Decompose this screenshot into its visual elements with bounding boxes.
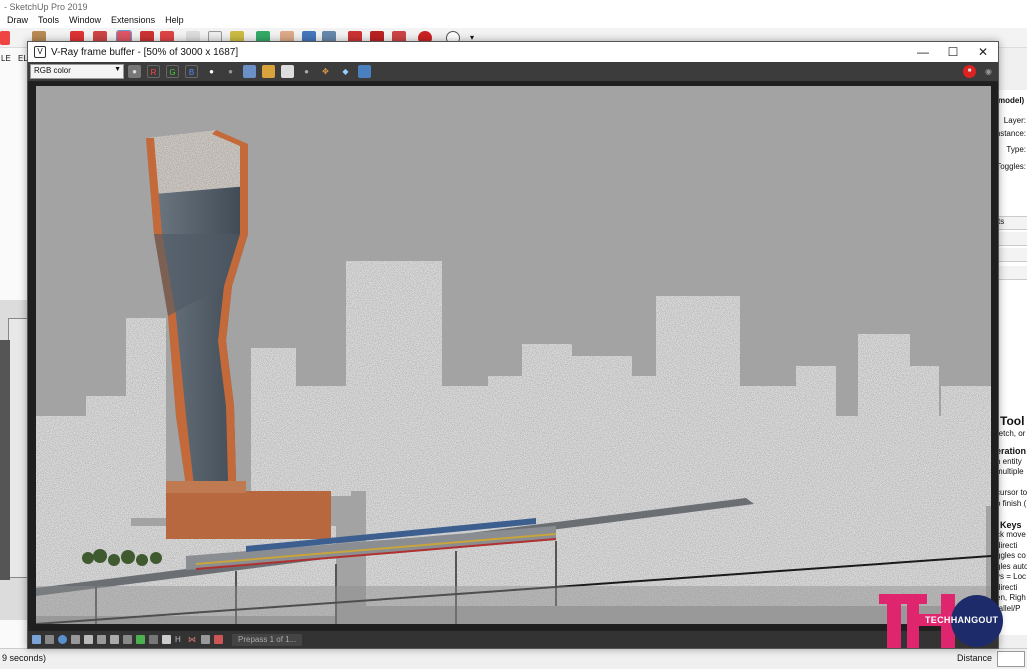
follow-mouse-icon[interactable]: ◆ bbox=[339, 65, 352, 78]
instructor-tool-subtitle: retch, or bbox=[996, 429, 1026, 438]
minimize-button[interactable]: — bbox=[908, 42, 938, 62]
menu-tools[interactable]: Tools bbox=[33, 14, 64, 28]
panel-section-tray[interactable]: ts bbox=[996, 216, 1027, 230]
layer-label: Layer: bbox=[1003, 116, 1026, 125]
channel-select-value: RGB color bbox=[34, 66, 71, 75]
red-channel-button[interactable]: R bbox=[147, 65, 160, 78]
sketchup-model-viewport-edge bbox=[0, 300, 28, 620]
instance-label: Instance: bbox=[995, 129, 1026, 138]
vfb-image-viewport[interactable] bbox=[28, 82, 998, 630]
distance-label: Distance bbox=[957, 653, 993, 663]
menu-draw[interactable]: Draw bbox=[2, 14, 33, 28]
render-teapot-icon[interactable]: ◉ bbox=[982, 65, 995, 78]
render-progress-status: Prepass 1 of 1... bbox=[232, 634, 303, 646]
curve-icon[interactable] bbox=[136, 635, 145, 644]
sketchup-title-text: - SketchUp Pro 2019 bbox=[4, 2, 88, 12]
entity-info-title: model) bbox=[998, 96, 1025, 105]
type-label: Type: bbox=[1006, 145, 1026, 154]
chevron-down-icon: ▼ bbox=[114, 66, 121, 73]
channel-select[interactable]: RGB color ▼ bbox=[30, 64, 124, 79]
render-image bbox=[36, 86, 991, 624]
green-channel-button[interactable]: G bbox=[166, 65, 179, 78]
pencil-tool-icon[interactable] bbox=[0, 31, 10, 45]
instructor-help-text: eration n entity multiple cursor to o fi… bbox=[996, 446, 1027, 613]
blue-channel-button[interactable]: B bbox=[185, 65, 198, 78]
load-image-icon[interactable] bbox=[262, 65, 275, 78]
panel-section-tray-4[interactable] bbox=[996, 266, 1027, 280]
sketchup-status-bar: 9 seconds) Distance bbox=[0, 648, 1027, 669]
toggles-label: Toggles: bbox=[996, 162, 1026, 171]
entity-info-panel: model) Layer: Instance: Type: Toggles: t… bbox=[995, 90, 1027, 635]
vfb-title: V-Ray frame buffer - [50% of 3000 x 1687… bbox=[51, 46, 239, 58]
sketchup-menu-bar: Draw Tools Window Extensions Help bbox=[0, 14, 1027, 28]
close-button[interactable]: ✕ bbox=[968, 42, 998, 62]
clear-image-icon[interactable] bbox=[281, 65, 294, 78]
stop-render-icon[interactable]: ■ bbox=[963, 65, 976, 78]
techhangout-watermark: TECHHANGOUT bbox=[879, 594, 1007, 648]
menu-help[interactable]: Help bbox=[160, 14, 189, 28]
region-render-icon[interactable]: ✥ bbox=[319, 65, 332, 78]
history-icon[interactable]: ● bbox=[300, 65, 313, 78]
lut-icon[interactable] bbox=[162, 635, 171, 644]
alpha-channel-icon[interactable]: ● bbox=[205, 65, 218, 78]
menu-extensions[interactable]: Extensions bbox=[106, 14, 160, 28]
vray-frame-buffer-window: V V-Ray frame buffer - [50% of 3000 x 16… bbox=[27, 41, 999, 649]
compare-icon[interactable]: ⋈ bbox=[188, 635, 197, 644]
ab-compare-icon[interactable] bbox=[201, 635, 210, 644]
instructor-tool-title: Tool bbox=[1000, 414, 1025, 428]
vfb-toolbar: RGB color ▼ ● R G B ● ● ● ✥ ◆ ■ ◉ bbox=[28, 62, 998, 82]
histogram-icon[interactable]: H bbox=[175, 635, 184, 644]
stereo-icon[interactable] bbox=[58, 635, 67, 644]
rendered-city-scene bbox=[36, 86, 991, 624]
menu-window[interactable]: Window bbox=[64, 14, 106, 28]
frame-stamp-icon[interactable] bbox=[358, 65, 371, 78]
white-balance-icon[interactable] bbox=[84, 635, 93, 644]
sketchup-title-bar: - SketchUp Pro 2019 bbox=[0, 0, 1027, 14]
exposure-icon[interactable] bbox=[71, 635, 80, 644]
color-balance-icon[interactable] bbox=[110, 635, 119, 644]
lens-effects-icon[interactable] bbox=[45, 635, 54, 644]
distance-input[interactable] bbox=[997, 651, 1025, 667]
levels-icon[interactable] bbox=[123, 635, 132, 644]
vfb-bottom-toolbar: H ⋈ Prepass 1 of 1... bbox=[28, 630, 998, 648]
hue-icon[interactable] bbox=[97, 635, 106, 644]
maximize-button[interactable]: ☐ bbox=[938, 42, 968, 62]
monochrome-icon[interactable]: ● bbox=[224, 65, 237, 78]
status-text: 9 seconds) bbox=[2, 653, 47, 663]
show-corrections-icon[interactable] bbox=[32, 635, 41, 644]
color-picker-icon[interactable]: ● bbox=[128, 65, 141, 78]
vray-logo-icon: V bbox=[34, 46, 46, 58]
watermark-brand: TECHHANGOUT bbox=[925, 615, 999, 625]
save-image-icon[interactable] bbox=[243, 65, 256, 78]
left-tab-le[interactable]: LE bbox=[1, 54, 11, 63]
background-icon[interactable] bbox=[149, 635, 158, 644]
vfb-title-bar[interactable]: V V-Ray frame buffer - [50% of 3000 x 16… bbox=[28, 42, 998, 62]
panel-section-tray-3[interactable] bbox=[996, 248, 1027, 262]
panel-section-tray-2[interactable] bbox=[996, 232, 1027, 246]
pixel-info-icon[interactable] bbox=[214, 635, 223, 644]
sketchup-left-tabs: LE EL bbox=[0, 52, 28, 66]
